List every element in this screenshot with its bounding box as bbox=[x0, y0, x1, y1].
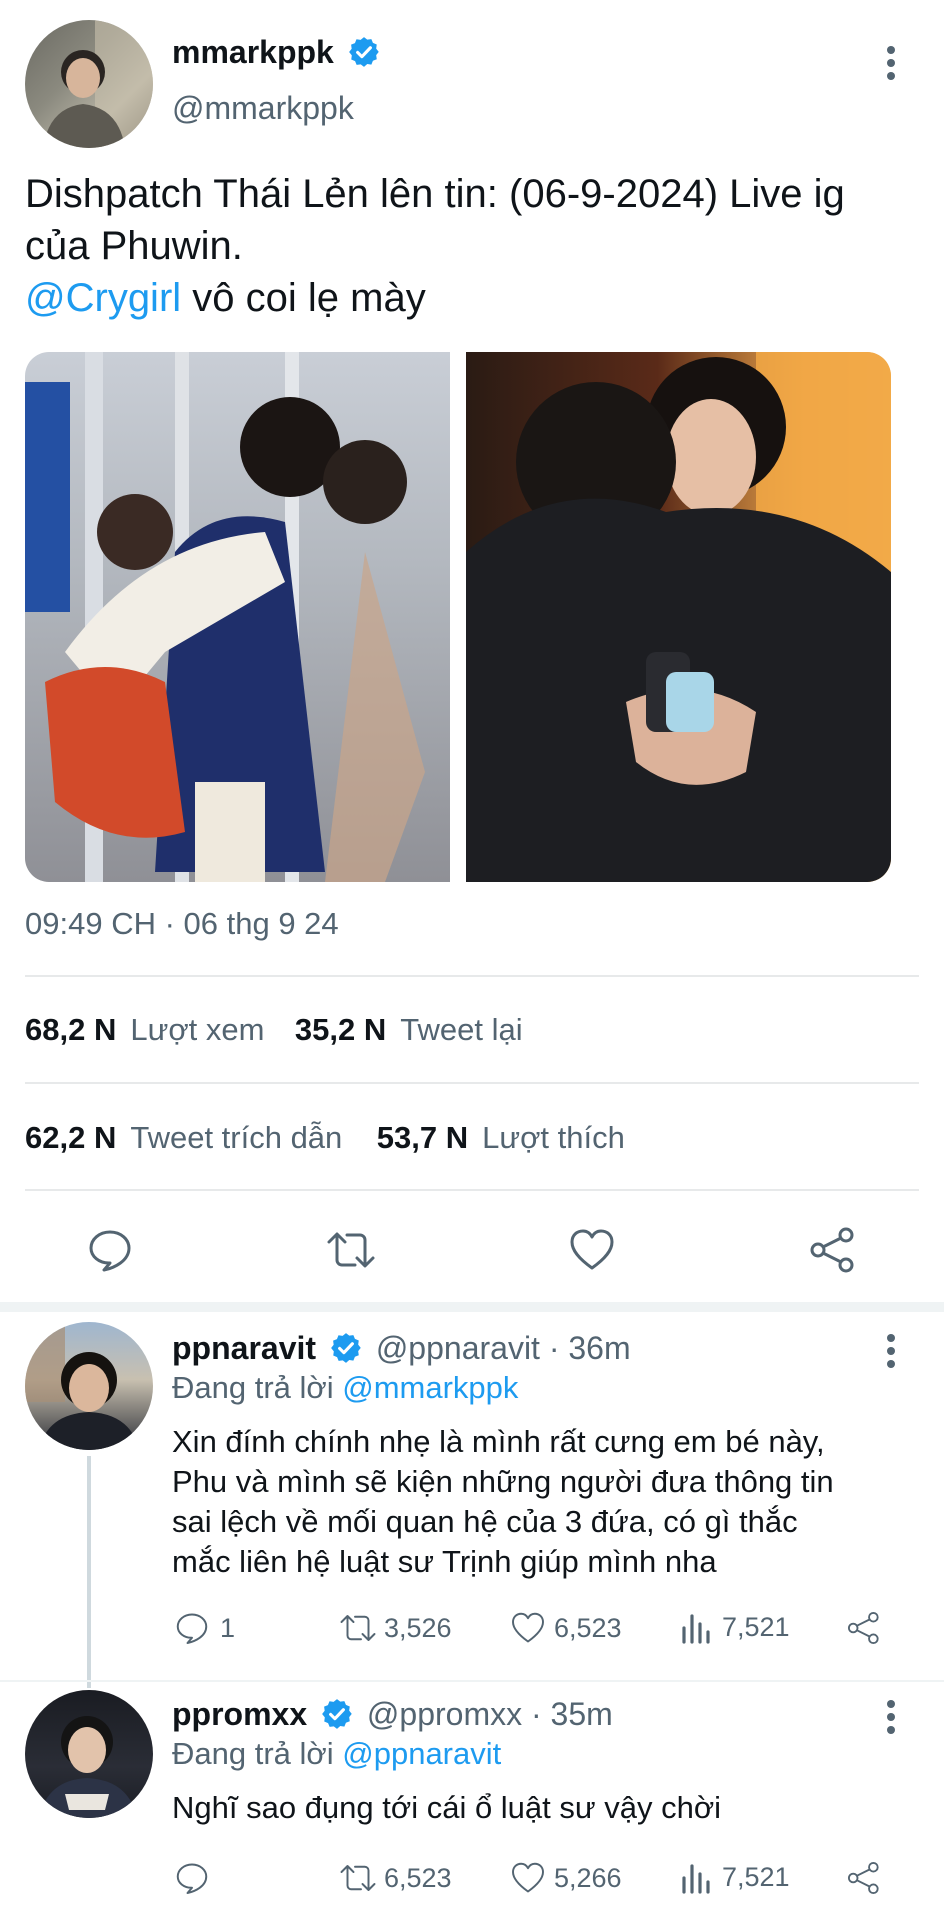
tweet-text-line3-rest: vô coi lẹ mày bbox=[181, 276, 426, 320]
share-icon bbox=[810, 1227, 854, 1273]
more-options-icon[interactable] bbox=[886, 1334, 896, 1373]
like-count: 5,266 bbox=[554, 1862, 622, 1893]
reply-button[interactable] bbox=[86, 1226, 134, 1279]
likes-label: Lượt thích bbox=[482, 1120, 625, 1155]
reply-action[interactable]: 1 bbox=[174, 1610, 235, 1646]
reply-text-line: Nghĩ sao đụng tới cái ổ luật sư vậy chời bbox=[172, 1790, 722, 1825]
reply-count: 1 bbox=[220, 1612, 236, 1643]
thread-line bbox=[87, 1456, 91, 1688]
verified-badge-icon bbox=[348, 37, 379, 67]
share-action[interactable] bbox=[846, 1860, 882, 1896]
share-button[interactable] bbox=[808, 1226, 858, 1279]
reply-text: Nghĩ sao đụng tới cái ổ luật sư vậy chời bbox=[172, 1788, 912, 1828]
reply-avatar[interactable] bbox=[25, 1690, 153, 1818]
tweet-text-line1: Dishpatch Thái Lẻn lên tin: (06-9-2024) … bbox=[25, 172, 845, 216]
replying-to-label: Đang trả lời bbox=[172, 1736, 334, 1771]
divider bbox=[25, 975, 919, 977]
views-icon bbox=[682, 1864, 710, 1894]
reply-icon bbox=[176, 1863, 208, 1894]
more-options-icon[interactable] bbox=[886, 1700, 896, 1739]
view-count: 7,521 bbox=[722, 1611, 790, 1642]
reply-action[interactable] bbox=[174, 1860, 220, 1896]
retweets-count: 35,2 N bbox=[294, 1012, 387, 1047]
reply-time: · 35m bbox=[531, 1696, 613, 1732]
like-count: 6,523 bbox=[554, 1612, 622, 1643]
reply-icon bbox=[89, 1230, 131, 1272]
quotes-label: Tweet trích dẫn bbox=[130, 1120, 343, 1155]
heart-icon bbox=[512, 1862, 544, 1893]
like-action[interactable]: 6,523 bbox=[510, 1610, 622, 1646]
share-icon bbox=[847, 1611, 879, 1645]
tweet-text-line3: @Crygirl vô coi lẹ mày bbox=[25, 272, 925, 324]
replying-to-label: Đang trả lời bbox=[172, 1370, 334, 1405]
retweet-count: 6,523 bbox=[384, 1862, 452, 1893]
reply-avatar[interactable] bbox=[25, 1322, 153, 1450]
reply-text: Xin đính chính nhẹ là mình rất cưng em b… bbox=[172, 1422, 912, 1582]
heart-icon bbox=[570, 1229, 614, 1270]
verified-badge-icon bbox=[331, 1333, 361, 1363]
replying-to: Đang trả lời @ppnaravit bbox=[172, 1736, 501, 1772]
reply-text-line: sai lệch về mối quan hệ của 3 đứa, có gì… bbox=[172, 1504, 798, 1539]
likes-stat[interactable]: 53,7 N Lượt thích bbox=[377, 1120, 625, 1155]
share-icon bbox=[847, 1861, 879, 1895]
quotes-stat[interactable]: 62,2 N Tweet trích dẫn bbox=[25, 1120, 347, 1155]
media-image-1[interactable] bbox=[25, 352, 450, 882]
retweet-icon bbox=[340, 1865, 376, 1891]
section-separator bbox=[0, 1302, 944, 1312]
reply-text-line: mắc liên hệ luật sư Trịnh giúp mình nha bbox=[172, 1544, 717, 1579]
divider bbox=[25, 1189, 919, 1191]
verified-badge-icon bbox=[322, 1699, 352, 1729]
retweets-stat[interactable]: 35,2 N Tweet lại bbox=[295, 1012, 523, 1047]
handle[interactable]: @mmarkppk bbox=[172, 90, 354, 127]
views-icon bbox=[682, 1614, 710, 1644]
media-image-2[interactable] bbox=[466, 352, 891, 882]
stats-row-1: 68,2 N Lượt xem 35,2 N Tweet lại bbox=[25, 1012, 523, 1048]
reply-handle[interactable]: @ppromxx bbox=[367, 1696, 522, 1732]
heart-icon bbox=[512, 1612, 544, 1643]
reply-handle[interactable]: @ppnaravit bbox=[376, 1330, 540, 1366]
more-options-icon[interactable] bbox=[886, 46, 896, 85]
views-action[interactable]: 7,521 bbox=[680, 1860, 790, 1894]
retweet-icon bbox=[340, 1615, 376, 1641]
display-name-text[interactable]: mmarkppk bbox=[172, 34, 334, 70]
reply-text-line: Xin đính chính nhẹ là mình rất cưng em b… bbox=[172, 1424, 825, 1459]
reply-text-line: Phu và mình sẽ kiện những người đưa thôn… bbox=[172, 1464, 834, 1499]
retweet-button[interactable] bbox=[325, 1226, 377, 1279]
likes-count: 53,7 N bbox=[376, 1120, 469, 1155]
divider bbox=[25, 1082, 919, 1084]
retweet-icon bbox=[327, 1232, 375, 1268]
avatar[interactable] bbox=[25, 20, 153, 148]
views-action[interactable]: 7,521 bbox=[680, 1610, 790, 1644]
views-count: 68,2 N bbox=[25, 1012, 117, 1047]
replying-to-link[interactable]: @ppnaravit bbox=[342, 1736, 501, 1771]
replying-to: Đang trả lời @mmarkppk bbox=[172, 1370, 518, 1406]
reply-divider bbox=[0, 1680, 944, 1682]
reply-time: · 36m bbox=[548, 1330, 631, 1366]
quotes-count: 62,2 N bbox=[25, 1120, 117, 1155]
reply-display-name[interactable]: ppnaravit bbox=[172, 1330, 316, 1366]
replying-to-link[interactable]: @mmarkppk bbox=[342, 1370, 518, 1405]
retweet-action[interactable]: 3,526 bbox=[338, 1610, 452, 1646]
retweet-action[interactable]: 6,523 bbox=[338, 1860, 452, 1896]
like-button[interactable] bbox=[568, 1226, 616, 1279]
share-action[interactable] bbox=[846, 1610, 882, 1646]
views-label: Lượt xem bbox=[130, 1012, 265, 1047]
reply-header: ppromxx @ppromxx · 35m bbox=[172, 1696, 613, 1733]
stats-row-2: 62,2 N Tweet trích dẫn 53,7 N Lượt thích bbox=[25, 1120, 625, 1156]
mention-link[interactable]: @Crygirl bbox=[25, 276, 181, 320]
reply-icon bbox=[176, 1613, 208, 1644]
view-count: 7,521 bbox=[722, 1861, 790, 1892]
tweet-text: Dishpatch Thái Lẻn lên tin: (06-9-2024) … bbox=[25, 168, 925, 324]
retweets-label: Tweet lại bbox=[400, 1012, 523, 1047]
views-stat[interactable]: 68,2 N Lượt xem bbox=[25, 1012, 269, 1047]
tweet-text-line2: của Phuwin. bbox=[25, 224, 243, 268]
retweet-count: 3,526 bbox=[384, 1612, 452, 1643]
reply-header: ppnaravit @ppnaravit · 36m bbox=[172, 1330, 631, 1367]
like-action[interactable]: 5,266 bbox=[510, 1860, 622, 1896]
timestamp[interactable]: 09:49 CH · 06 thg 9 24 bbox=[25, 906, 339, 942]
reply-display-name[interactable]: ppromxx bbox=[172, 1696, 307, 1732]
display-name[interactable]: mmarkppk bbox=[172, 34, 381, 71]
